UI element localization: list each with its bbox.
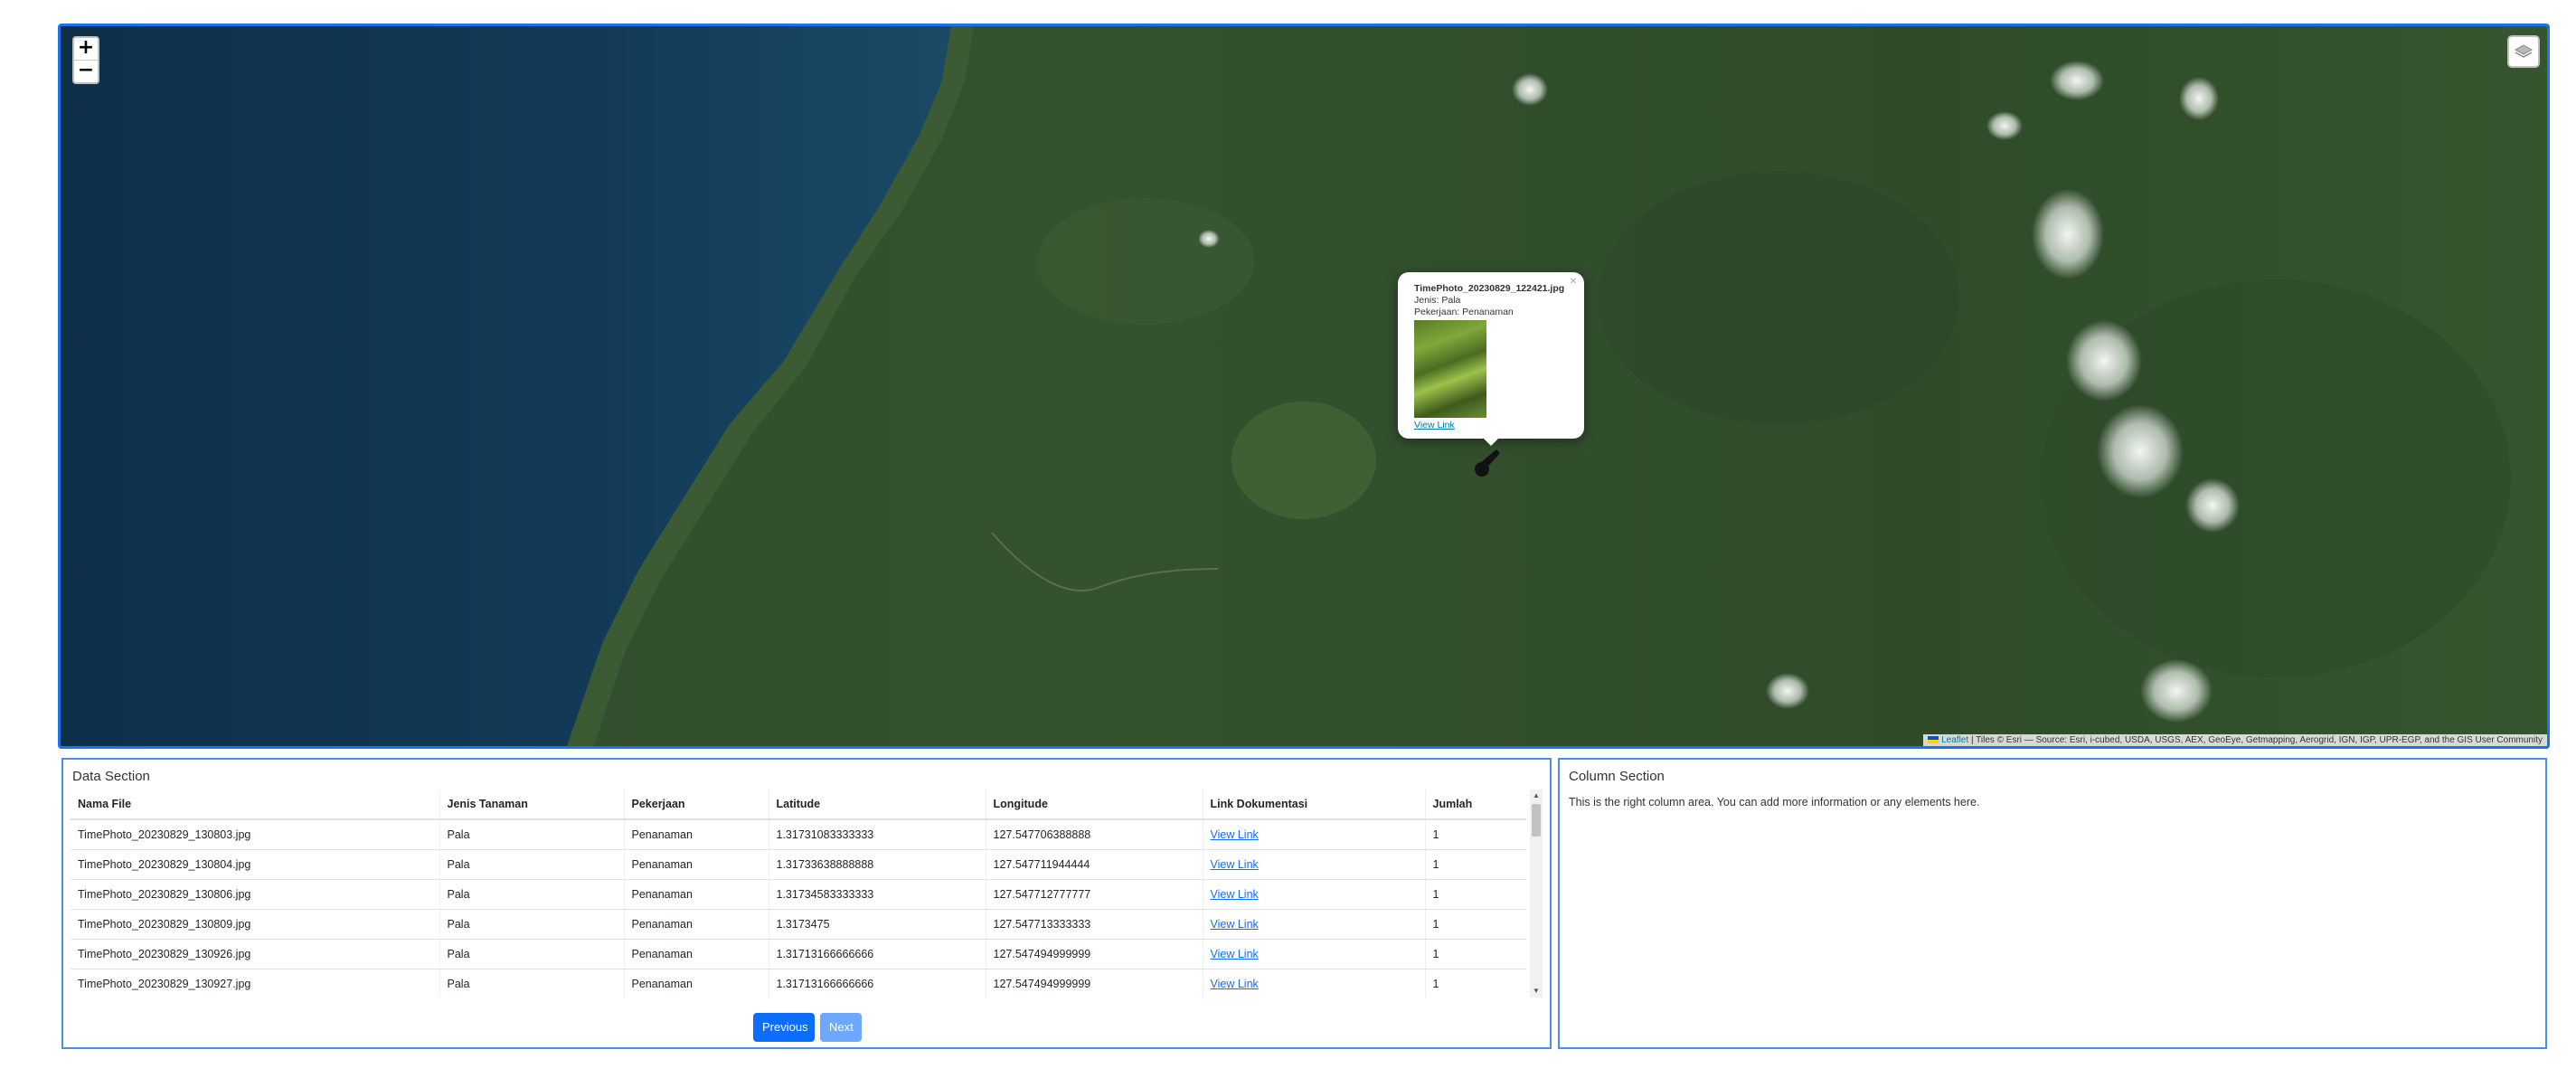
- header-jumlah[interactable]: Jumlah: [1424, 790, 1526, 820]
- layers-icon: [2514, 44, 2534, 58]
- satellite-map-imagery[interactable]: [61, 26, 2547, 746]
- cell-pekerjaan: Penanaman: [623, 819, 769, 850]
- cell-jumlah: 1: [1424, 909, 1526, 940]
- zoom-out-button[interactable]: −: [74, 60, 98, 82]
- cell-jumlah: 1: [1424, 849, 1526, 880]
- popup-pekerjaan: Pekerjaan: Penanaman: [1414, 307, 1514, 317]
- previous-button[interactable]: Previous: [753, 1013, 815, 1042]
- cell-nama-file: TimePhoto_20230829_130804.jpg: [71, 849, 439, 880]
- marker-popup: × TimePhoto_20230829_122421.jpg Jenis: P…: [1398, 272, 1584, 439]
- scroll-down-arrow-icon[interactable]: ▼: [1530, 985, 1543, 998]
- column-section-text: This is the right column area. You can a…: [1569, 796, 1980, 808]
- cell-jenis-tanaman: Pala: [439, 819, 624, 850]
- column-section: Column Section This is the right column …: [1558, 758, 2547, 1049]
- cell-link: View Link: [1202, 969, 1425, 998]
- cell-jumlah: 1: [1424, 819, 1526, 850]
- map-marker-icon[interactable]: [1471, 444, 1507, 480]
- cell-nama-file: TimePhoto_20230829_130803.jpg: [71, 819, 439, 850]
- cell-pekerjaan: Penanaman: [623, 849, 769, 880]
- cell-latitude: 1.31734583333333: [768, 879, 986, 910]
- table-row: TimePhoto_20230829_130927.jpg Pala Penan…: [71, 969, 1526, 998]
- cell-latitude: 1.31713166666666: [768, 969, 986, 998]
- view-link[interactable]: View Link: [1211, 948, 1259, 960]
- map[interactable]: + − Leaflet | Tiles © Esri — Source: Esr…: [58, 24, 2550, 749]
- cell-link: View Link: [1202, 909, 1425, 940]
- table-row: TimePhoto_20230829_130809.jpg Pala Penan…: [71, 909, 1526, 940]
- cell-jumlah: 1: [1424, 879, 1526, 910]
- cell-longitude: 127.547712777777: [985, 879, 1203, 910]
- table-row: TimePhoto_20230829_130806.jpg Pala Penan…: [71, 879, 1526, 910]
- pagination: Previous Next: [753, 1013, 862, 1042]
- cell-longitude: 127.547706388888: [985, 819, 1203, 850]
- popup-tip: [1480, 435, 1502, 446]
- cell-jenis-tanaman: Pala: [439, 939, 624, 969]
- column-section-title: Column Section: [1569, 769, 1665, 784]
- cell-jenis-tanaman: Pala: [439, 969, 624, 998]
- header-link-dokumentasi[interactable]: Link Dokumentasi: [1202, 790, 1425, 820]
- cell-link: View Link: [1202, 819, 1425, 850]
- cell-link: View Link: [1202, 849, 1425, 880]
- cell-longitude: 127.547494999999: [985, 969, 1203, 998]
- data-section: Data Section Nama File Jenis Tanaman Pek…: [61, 758, 1552, 1049]
- scroll-up-arrow-icon[interactable]: ▲: [1530, 790, 1543, 802]
- header-latitude[interactable]: Latitude: [768, 790, 986, 820]
- view-link[interactable]: View Link: [1211, 978, 1259, 990]
- cell-link: View Link: [1202, 939, 1425, 969]
- scrollbar-thumb[interactable]: [1532, 804, 1541, 837]
- table-row: TimePhoto_20230829_130803.jpg Pala Penan…: [71, 819, 1526, 850]
- view-link[interactable]: View Link: [1211, 828, 1259, 841]
- table-scrollbar[interactable]: ▲ ▼: [1530, 790, 1543, 998]
- cell-jenis-tanaman: Pala: [439, 909, 624, 940]
- next-button[interactable]: Next: [820, 1013, 862, 1042]
- cell-latitude: 1.31713166666666: [768, 939, 986, 969]
- cell-link: View Link: [1202, 879, 1425, 910]
- header-jenis-tanaman[interactable]: Jenis Tanaman: [439, 790, 624, 820]
- cell-jenis-tanaman: Pala: [439, 879, 624, 910]
- view-link[interactable]: View Link: [1211, 858, 1259, 871]
- view-link[interactable]: View Link: [1211, 888, 1259, 901]
- data-table: Nama File Jenis Tanaman Pekerjaan Latitu…: [71, 790, 1526, 998]
- data-section-title: Data Section: [72, 769, 150, 784]
- data-table-container[interactable]: Nama File Jenis Tanaman Pekerjaan Latitu…: [71, 790, 1546, 998]
- cell-latitude: 1.3173475: [768, 909, 986, 940]
- table-row: TimePhoto_20230829_130804.jpg Pala Penan…: [71, 849, 1526, 880]
- cell-nama-file: TimePhoto_20230829_130926.jpg: [71, 939, 439, 969]
- popup-photo-thumbnail: [1414, 320, 1486, 418]
- header-longitude[interactable]: Longitude: [985, 790, 1203, 820]
- cell-nama-file: TimePhoto_20230829_130806.jpg: [71, 879, 439, 910]
- zoom-in-button[interactable]: +: [74, 38, 98, 60]
- cell-longitude: 127.547713333333: [985, 909, 1203, 940]
- cell-pekerjaan: Penanaman: [623, 939, 769, 969]
- cell-pekerjaan: Penanaman: [623, 909, 769, 940]
- table-header-row: Nama File Jenis Tanaman Pekerjaan Latitu…: [71, 790, 1526, 820]
- ukraine-flag-icon: [1928, 736, 1939, 744]
- leaflet-link[interactable]: Leaflet: [1941, 735, 1968, 745]
- cell-longitude: 127.547494999999: [985, 939, 1203, 969]
- layers-control-button[interactable]: [2507, 35, 2540, 68]
- popup-jenis: Jenis: Pala: [1414, 295, 1461, 306]
- cell-jenis-tanaman: Pala: [439, 849, 624, 880]
- cell-pekerjaan: Penanaman: [623, 879, 769, 910]
- map-attribution: Leaflet | Tiles © Esri — Source: Esri, i…: [1923, 734, 2547, 746]
- cell-nama-file: TimePhoto_20230829_130809.jpg: [71, 909, 439, 940]
- popup-close-button[interactable]: ×: [1570, 274, 1577, 287]
- cell-latitude: 1.31731083333333: [768, 819, 986, 850]
- zoom-control: + −: [72, 36, 99, 84]
- header-nama-file[interactable]: Nama File: [71, 790, 439, 820]
- popup-filename: TimePhoto_20230829_122421.jpg: [1414, 283, 1565, 294]
- cell-jumlah: 1: [1424, 939, 1526, 969]
- cell-nama-file: TimePhoto_20230829_130927.jpg: [71, 969, 439, 998]
- tiles-attribution-text: | Tiles © Esri — Source: Esri, i-cubed, …: [1970, 735, 2543, 745]
- cell-latitude: 1.31733638888888: [768, 849, 986, 880]
- popup-view-link[interactable]: View Link: [1414, 420, 1455, 430]
- cell-jumlah: 1: [1424, 969, 1526, 998]
- table-row: TimePhoto_20230829_130926.jpg Pala Penan…: [71, 939, 1526, 969]
- header-pekerjaan[interactable]: Pekerjaan: [623, 790, 769, 820]
- view-link[interactable]: View Link: [1211, 918, 1259, 931]
- cell-longitude: 127.547711944444: [985, 849, 1203, 880]
- cell-pekerjaan: Penanaman: [623, 969, 769, 998]
